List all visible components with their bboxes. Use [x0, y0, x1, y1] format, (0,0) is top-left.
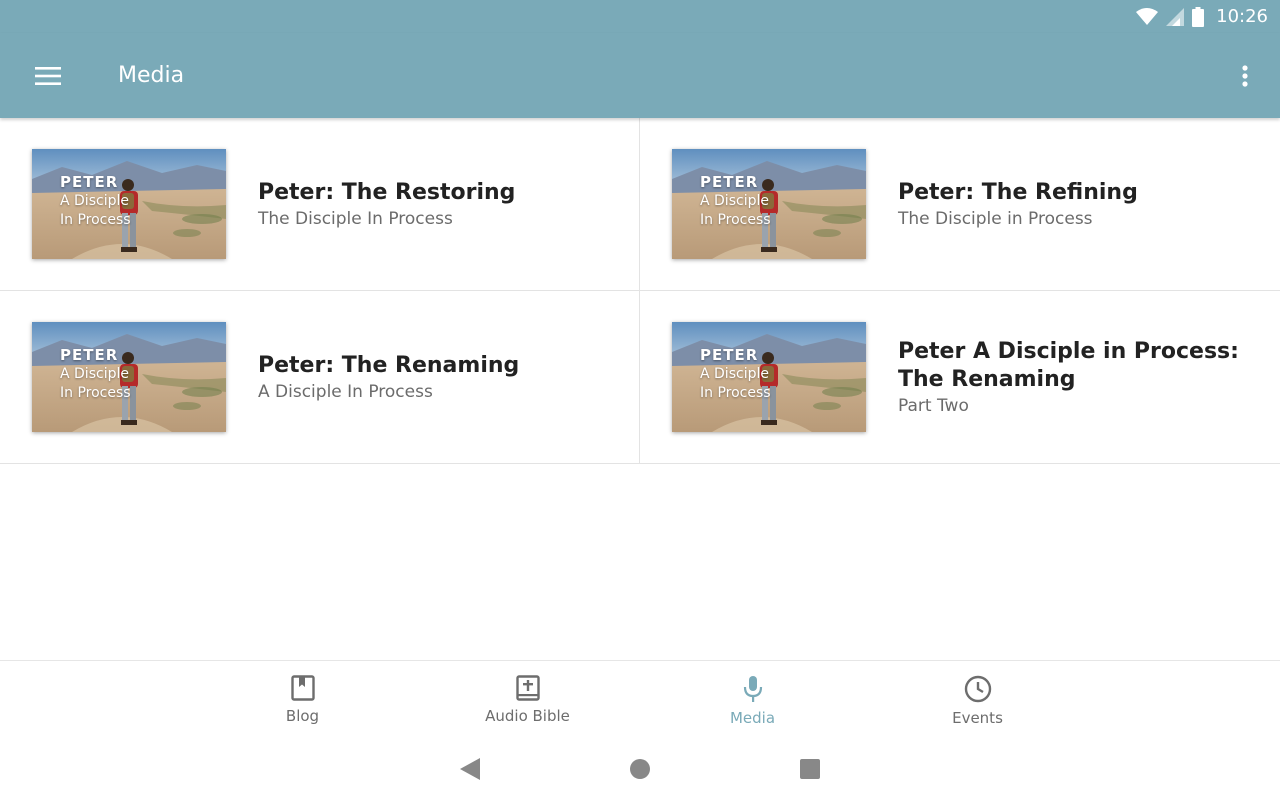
home-button[interactable]	[610, 739, 670, 799]
app-bar: Media	[0, 33, 1280, 118]
media-item-refining[interactable]: PETER A Disciple In Process Peter: The R…	[640, 118, 1280, 291]
thumbnail-line-3: In Process	[60, 385, 131, 401]
media-item-subtitle: The Disciple In Process	[258, 209, 453, 229]
media-item-restoring[interactable]: PETER A Disciple In Process Peter: The R…	[0, 118, 640, 291]
media-item-title: Peter: The Restoring	[258, 180, 516, 205]
recents-square-icon	[800, 759, 820, 779]
media-item-text: Peter A Disciple in Process: The Renamin…	[898, 338, 1250, 416]
thumbnail-caption: PETER A Disciple In Process	[700, 346, 771, 403]
media-item-text: Peter: The Restoring The Disciple In Pro…	[258, 179, 609, 229]
media-item-title: Peter: The Refining	[898, 180, 1138, 205]
microphone-icon	[743, 676, 762, 702]
clock-icon	[964, 675, 991, 703]
bible-icon	[515, 675, 540, 701]
media-item-text: Peter: The Renaming A Disciple In Proces…	[258, 352, 609, 402]
nav-item-audio-bible[interactable]: Audio Bible	[415, 661, 640, 738]
nav-label: Blog	[285, 707, 320, 725]
nav-label: Events	[952, 709, 1003, 727]
menu-button[interactable]	[0, 33, 96, 118]
status-bar: 10:26	[0, 0, 1280, 33]
media-grid: PETER A Disciple In Process Peter: The R…	[0, 118, 1280, 464]
nav-item-events[interactable]: Events	[865, 661, 1090, 738]
bottom-navigation: Blog Audio Bible Media Events	[0, 660, 1280, 738]
thumbnail-caption: PETER A Disciple In Process	[700, 173, 771, 230]
media-thumbnail: PETER A Disciple In Process	[672, 322, 866, 432]
media-item-subtitle: Part Two	[898, 396, 969, 416]
media-item-title: Peter A Disciple in Process: The Renamin…	[898, 339, 1239, 392]
thumbnail-line-3: In Process	[700, 212, 771, 228]
thumbnail-line-1: PETER	[60, 346, 119, 364]
thumbnail-line-1: PETER	[700, 173, 759, 191]
thumbnail-line-3: In Process	[60, 212, 131, 228]
hamburger-menu-icon	[35, 66, 61, 85]
thumbnail-line-1: PETER	[700, 346, 759, 364]
wifi-icon	[1136, 7, 1159, 25]
thumbnail-caption: PETER A Disciple In Process	[60, 173, 131, 230]
thumbnail-caption: PETER A Disciple In Process	[60, 346, 131, 403]
back-button[interactable]	[440, 739, 500, 799]
battery-icon	[1192, 6, 1205, 27]
thumbnail-line-2: A Disciple	[60, 366, 129, 382]
media-item-text: Peter: The Refining The Disciple in Proc…	[898, 179, 1250, 229]
back-triangle-icon	[460, 758, 480, 780]
more-vert-icon	[1242, 65, 1248, 87]
page-title: Media	[118, 63, 185, 88]
media-item-subtitle: The Disciple in Process	[898, 209, 1093, 229]
media-item-renaming-part-two[interactable]: PETER A Disciple In Process Peter A Disc…	[640, 291, 1280, 464]
home-circle-icon	[630, 759, 650, 779]
system-navigation-bar	[0, 738, 1280, 800]
recents-button[interactable]	[780, 739, 840, 799]
media-thumbnail: PETER A Disciple In Process	[672, 149, 866, 259]
thumbnail-line-2: A Disciple	[700, 193, 769, 209]
media-thumbnail: PETER A Disciple In Process	[32, 322, 226, 432]
nav-item-media[interactable]: Media	[640, 661, 865, 738]
thumbnail-line-3: In Process	[700, 385, 771, 401]
thumbnail-line-2: A Disciple	[60, 193, 129, 209]
status-time: 10:26	[1216, 6, 1268, 27]
bookmark-book-icon	[290, 675, 315, 701]
media-item-renaming[interactable]: PETER A Disciple In Process Peter: The R…	[0, 291, 640, 464]
nav-item-blog[interactable]: Blog	[190, 661, 415, 738]
thumbnail-line-1: PETER	[60, 173, 119, 191]
cell-signal-icon	[1166, 7, 1185, 26]
media-item-subtitle: A Disciple In Process	[258, 382, 433, 402]
nav-label: Audio Bible	[485, 707, 570, 725]
overflow-menu-button[interactable]	[1230, 61, 1260, 91]
media-thumbnail: PETER A Disciple In Process	[32, 149, 226, 259]
nav-label: Media	[729, 709, 776, 727]
thumbnail-line-2: A Disciple	[700, 366, 769, 382]
media-item-title: Peter: The Renaming	[258, 353, 520, 378]
